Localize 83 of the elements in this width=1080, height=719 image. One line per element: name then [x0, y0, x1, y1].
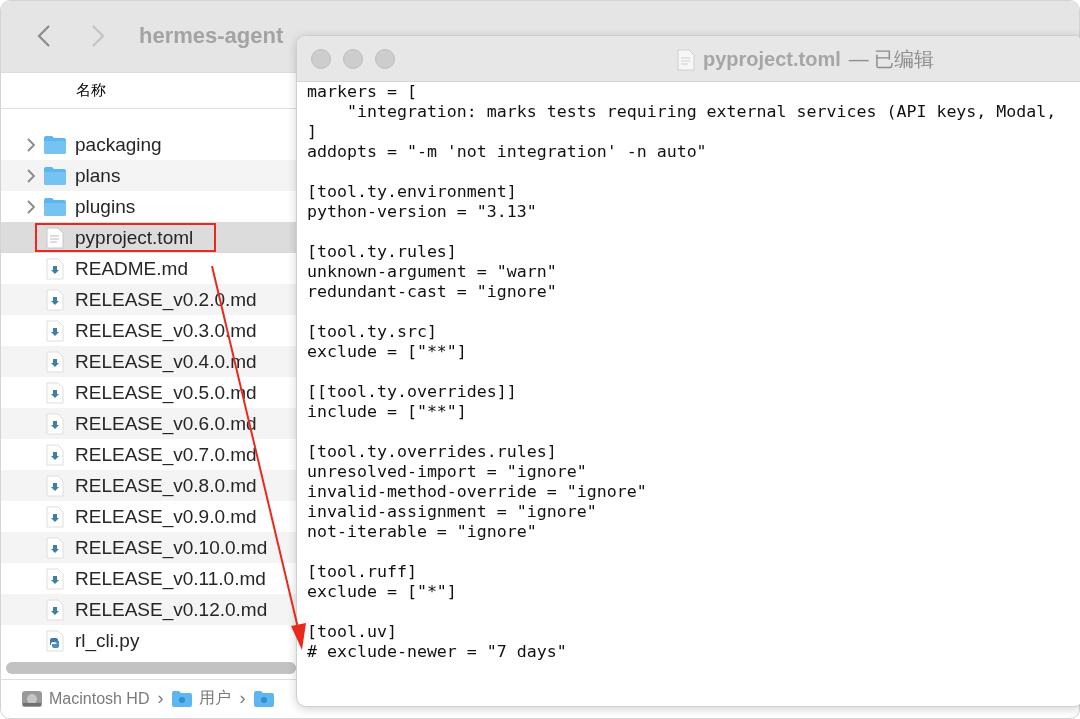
markdown-file-icon [43, 412, 67, 435]
markdown-file-icon [43, 257, 67, 280]
file-row[interactable]: RELEASE_v0.12.0.md [1, 594, 297, 626]
markdown-file-icon [43, 474, 67, 497]
code-line: addopts = "-m 'not integration' -n auto" [307, 142, 708, 162]
scrollbar-thumb[interactable] [6, 662, 296, 675]
markdown-file-icon [43, 536, 67, 559]
code-line: unresolved-import = "ignore" [307, 462, 588, 482]
code-line: [tool.ty.src] [307, 322, 438, 342]
code-line: [tool.uv] [307, 622, 398, 642]
file-name: RELEASE_v0.12.0.md [75, 598, 268, 621]
code-line: exclude = ["*"] [307, 582, 458, 602]
code-line: redundant-cast = "ignore" [307, 282, 558, 302]
file-row[interactable]: RELEASE_v0.8.0.md [1, 470, 297, 502]
file-name: rl_cli.py [75, 629, 140, 652]
back-icon[interactable] [37, 24, 51, 49]
code-line: [tool.ty.rules] [307, 242, 458, 262]
code-line: [tool.ty.environment] [307, 182, 518, 202]
file-name: RELEASE_v0.9.0.md [75, 505, 257, 528]
path-item[interactable]: Macintosh HD [49, 689, 150, 708]
window-title: hermes-agent [139, 23, 284, 50]
code-line: invalid-assignment = "ignore" [307, 502, 598, 522]
code-line: ] [307, 122, 318, 142]
column-header[interactable]: 名称 [76, 81, 106, 101]
chevron-icon[interactable] [27, 199, 36, 214]
file-name: RELEASE_v0.11.0.md [75, 567, 266, 590]
markdown-file-icon [43, 381, 67, 404]
code-line: [[tool.ty.overrides]] [307, 382, 518, 402]
file-row[interactable]: README.md [1, 253, 297, 285]
window-title: pyproject.toml [703, 48, 841, 71]
chevron-icon[interactable] [27, 168, 36, 183]
code-line: include = ["**"] [307, 402, 468, 422]
document-icon [43, 226, 67, 249]
path-separator: › [239, 688, 246, 710]
folder-icon [43, 196, 67, 217]
file-name: packaging [75, 133, 162, 156]
file-row[interactable]: RELEASE_v0.10.0.md [1, 532, 297, 564]
file-row[interactable]: packaging [1, 129, 297, 161]
edited-status: — 已编辑 [848, 47, 935, 72]
file-row[interactable]: RELEASE_v0.9.0.md [1, 501, 297, 533]
python-file-icon [43, 629, 67, 652]
file-name: RELEASE_v0.8.0.md [75, 474, 257, 497]
code-line: [tool.ruff] [307, 562, 418, 582]
file-name: plans [75, 164, 121, 187]
markdown-file-icon [43, 350, 67, 373]
markdown-file-icon [43, 598, 67, 621]
chevron-icon[interactable] [27, 137, 36, 152]
code-line: [tool.ty.overrides.rules] [307, 442, 558, 462]
folder-icon [43, 134, 67, 155]
file-row[interactable]: RELEASE_v0.11.0.md [1, 563, 297, 595]
file-row[interactable]: plans [1, 160, 297, 192]
code-line: unknown-argument = "warn" [307, 262, 558, 282]
path-separator: › [157, 688, 164, 710]
file-row[interactable]: plugins [1, 191, 297, 223]
file-name: RELEASE_v0.7.0.md [75, 443, 257, 466]
markdown-file-icon [43, 505, 67, 528]
forward-icon[interactable] [91, 24, 105, 49]
code-line: # exclude-newer = "7 days" [307, 642, 568, 662]
code-line: python-version = "3.13" [307, 202, 538, 222]
file-name: README.md [75, 257, 188, 280]
file-name: pyproject.toml [75, 226, 194, 249]
folder-icon [43, 165, 67, 186]
markdown-file-icon [43, 567, 67, 590]
file-name: RELEASE_v0.10.0.md [75, 536, 268, 559]
code-line: not-iterable = "ignore" [307, 522, 538, 542]
file-row[interactable]: pyproject.toml [1, 222, 297, 254]
markdown-file-icon [43, 319, 67, 342]
code-line: exclude = ["**"] [307, 342, 468, 362]
folder-icon [253, 689, 276, 708]
document-icon [677, 48, 695, 71]
markdown-file-icon [43, 288, 67, 311]
code-line: markers = [ [307, 82, 418, 102]
close-button[interactable] [311, 48, 331, 69]
file-row[interactable]: rl_cli.py [1, 625, 297, 657]
code-line: "integration: marks tests requiring external services (API keys, Modal, [345, 102, 1058, 122]
path-item[interactable]: 用户 [199, 688, 232, 710]
folder-icon [171, 689, 194, 708]
code-line: invalid-method-override = "ignore" [307, 482, 648, 502]
zoom-button[interactable] [375, 48, 395, 69]
markdown-file-icon [43, 443, 67, 466]
file-name: plugins [75, 195, 136, 218]
file-row[interactable]: RELEASE_v0.7.0.md [1, 439, 297, 471]
minimize-button[interactable] [343, 48, 363, 69]
